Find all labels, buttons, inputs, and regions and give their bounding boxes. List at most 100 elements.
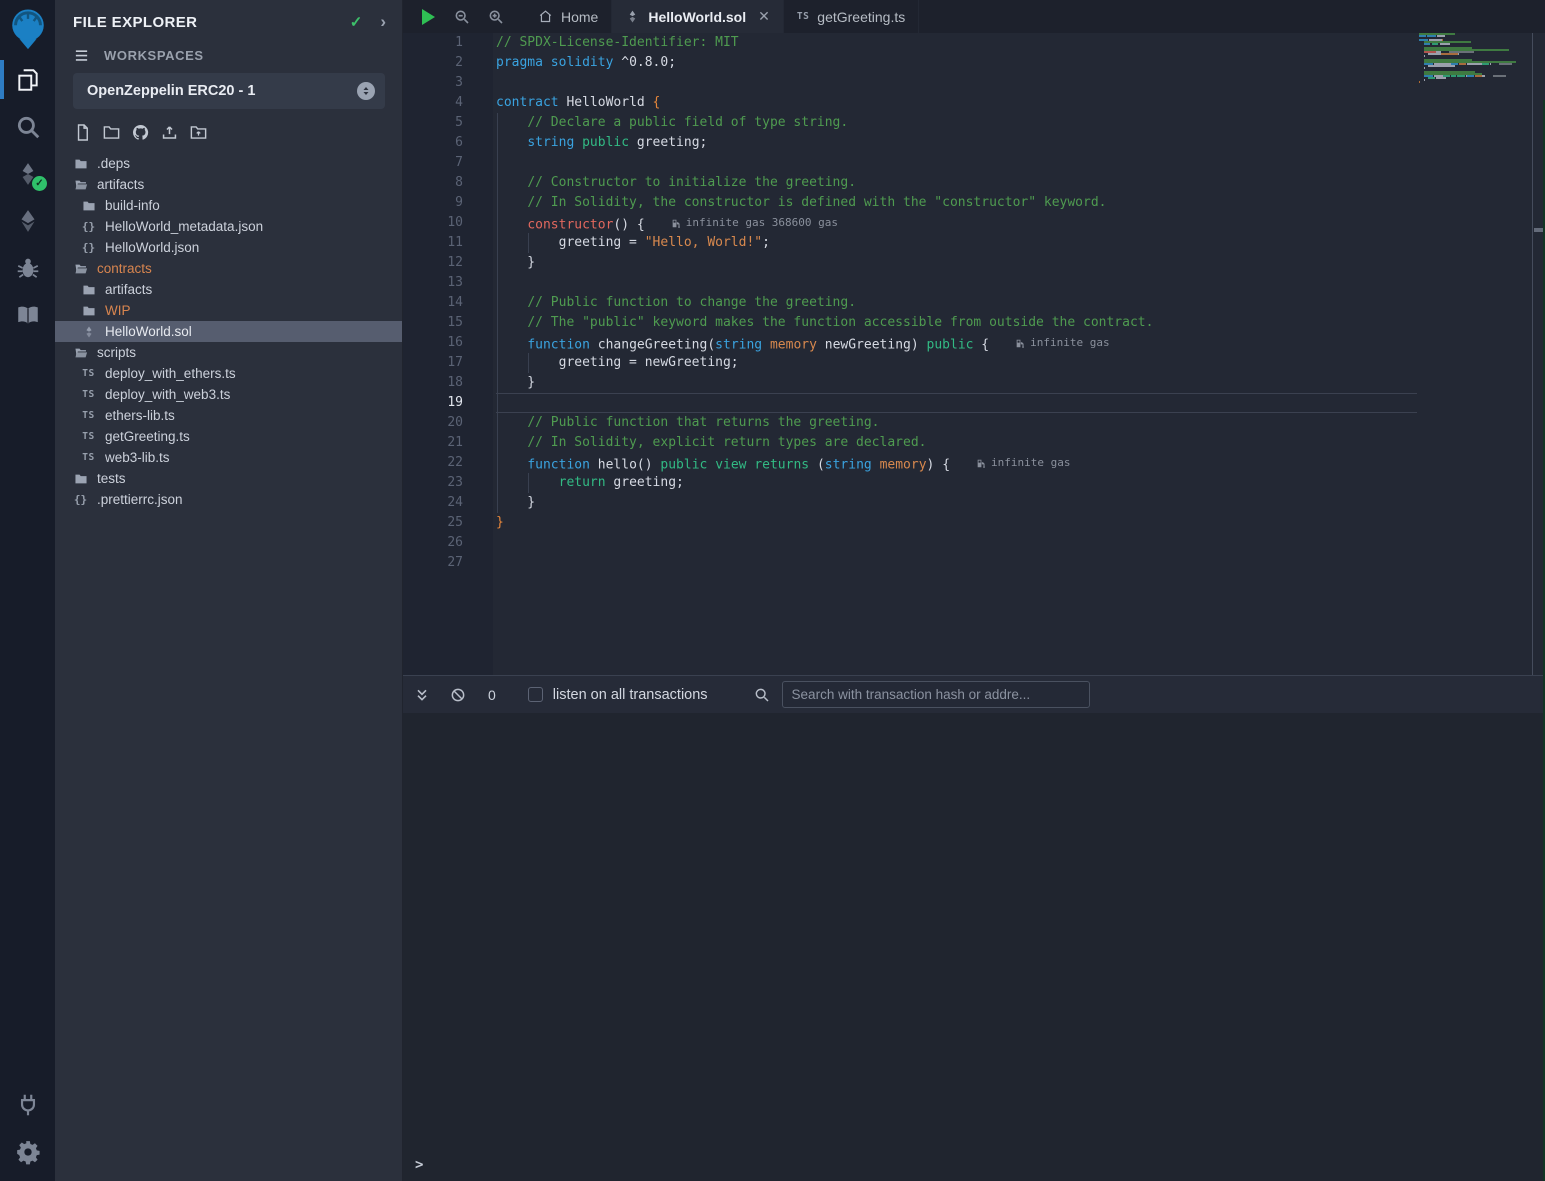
hamburger-icon[interactable] — [73, 48, 90, 63]
folder-open-icon — [73, 178, 88, 192]
listen-checkbox[interactable] — [528, 687, 543, 702]
transaction-count: 0 — [488, 687, 496, 703]
clear-console-button[interactable] — [450, 687, 466, 703]
transaction-search-input[interactable] — [782, 681, 1090, 708]
tree-item[interactable]: artifacts — [55, 279, 402, 300]
new-file-icon[interactable] — [73, 123, 92, 142]
zoom-out-icon — [454, 9, 470, 25]
file-tree: .depsartifactsbuild-info{}HelloWorld_met… — [55, 150, 402, 510]
close-icon[interactable]: ✕ — [758, 8, 770, 25]
terminal-prompt: > — [415, 1157, 423, 1173]
code-line: 12 } — [403, 253, 1545, 273]
upload-file-icon[interactable] — [160, 123, 179, 142]
tab-Home[interactable]: Home — [525, 0, 612, 33]
json-icon: {} — [81, 220, 96, 233]
workspaces-label: WORKSPACES — [104, 48, 204, 63]
search-button[interactable] — [0, 103, 55, 150]
code-line: 5 // Declare a public field of type stri… — [403, 113, 1545, 133]
tab-getGreeting.ts[interactable]: TSgetGreeting.ts — [784, 0, 919, 33]
tree-item[interactable]: TSgetGreeting.ts — [55, 426, 402, 447]
tab-HelloWorld.sol[interactable]: HelloWorld.sol✕ — [612, 0, 783, 33]
tree-item[interactable]: tests — [55, 468, 402, 489]
zoom-in-icon — [488, 9, 504, 25]
tree-item[interactable]: TSdeploy_with_web3.ts — [55, 384, 402, 405]
home-icon — [538, 9, 553, 24]
terminal-toolbar: 0 listen on all transactions — [403, 675, 1545, 713]
code-line: 4contract HelloWorld { — [403, 93, 1545, 113]
collapse-terminal-button[interactable] — [414, 687, 430, 703]
learneth-button[interactable] — [0, 291, 55, 338]
folder-icon — [73, 472, 88, 486]
workspace-select[interactable]: OpenZeppelin ERC20 - 1 — [73, 73, 385, 109]
tree-item[interactable]: WIP — [55, 300, 402, 321]
solidity-compiler-button[interactable]: ✓ — [0, 150, 55, 197]
tree-item[interactable]: HelloWorld.sol — [55, 321, 402, 342]
tree-item[interactable]: TSdeploy_with_ethers.ts — [55, 363, 402, 384]
code-line: 24 } — [403, 493, 1545, 513]
code-line: 7 — [403, 153, 1545, 173]
tree-item[interactable]: build-info — [55, 195, 402, 216]
json-icon: {} — [81, 241, 96, 254]
zoom-out-button[interactable] — [445, 0, 479, 33]
code-line: 13 — [403, 273, 1545, 293]
tree-item[interactable]: TSethers-lib.ts — [55, 405, 402, 426]
ban-icon — [450, 687, 466, 703]
code-line: 21 // In Solidity, explicit return types… — [403, 433, 1545, 453]
gas-estimate: infinite gas — [976, 453, 1070, 473]
remix-logo-button[interactable] — [0, 0, 55, 56]
code-line: 17 greeting = newGreeting; — [403, 353, 1545, 373]
plugin-manager-button[interactable] — [0, 1081, 55, 1128]
tree-item[interactable]: scripts — [55, 342, 402, 363]
tree-item[interactable]: contracts — [55, 258, 402, 279]
minimap[interactable] — [1419, 33, 1531, 87]
editor: HomeHelloWorld.sol✕TSgetGreeting.ts 1// … — [403, 0, 1545, 675]
tree-item[interactable]: {}.prettierrc.json — [55, 489, 402, 510]
code-line: 1// SPDX-License-Identifier: MIT — [403, 33, 1545, 53]
code-area[interactable]: 1// SPDX-License-Identifier: MIT2pragma … — [403, 33, 1545, 675]
code-line: 8 // Constructor to initialize the greet… — [403, 173, 1545, 193]
json-icon: {} — [73, 493, 88, 506]
tree-item[interactable]: {}HelloWorld_metadata.json — [55, 216, 402, 237]
code-line: 22 function hello() public view returns … — [403, 453, 1545, 473]
code-line: 2pragma solidity ^0.8.0; — [403, 53, 1545, 73]
typescript-icon: TS — [81, 368, 96, 379]
code-line: 25} — [403, 513, 1545, 533]
folder-icon — [73, 157, 88, 171]
code-line: 11 greeting = "Hello, World!"; — [403, 233, 1545, 253]
solidity-file — [625, 9, 640, 24]
tree-item[interactable]: TSweb3-lib.ts — [55, 447, 402, 468]
typescript-icon: TS — [81, 410, 96, 421]
tree-item[interactable]: {}HelloWorld.json — [55, 237, 402, 258]
typescript-icon: TS — [81, 431, 96, 442]
github-icon[interactable] — [131, 123, 150, 142]
folder-open-icon — [73, 262, 88, 276]
typescript-icon: TS — [797, 11, 809, 22]
folder-icon — [81, 283, 96, 297]
file-toolbar — [55, 109, 402, 150]
typescript-icon: TS — [81, 452, 96, 463]
code-line: 14 // Public function to change the gree… — [403, 293, 1545, 313]
chevron-right-icon[interactable]: › — [380, 12, 386, 32]
search-icon — [754, 687, 770, 703]
tabs: HomeHelloWorld.sol✕TSgetGreeting.ts — [513, 0, 919, 33]
sort-icon[interactable] — [357, 82, 375, 100]
code-line: 15 // The "public" keyword makes the fun… — [403, 313, 1545, 333]
new-folder-icon[interactable] — [102, 123, 121, 142]
panel-title: FILE EXPLORER — [73, 14, 350, 31]
run-script-button[interactable] — [411, 0, 445, 33]
main-area: HomeHelloWorld.sol✕TSgetGreeting.ts 1// … — [403, 0, 1545, 1181]
tree-item[interactable]: .deps — [55, 153, 402, 174]
terminal-output[interactable]: > — [403, 713, 1545, 1181]
gas-estimate: infinite gas 368600 gas — [671, 213, 838, 233]
code-line: 9 // In Solidity, the constructor is def… — [403, 193, 1545, 213]
code-line: 26 — [403, 533, 1545, 553]
zoom-in-button[interactable] — [479, 0, 513, 33]
settings-button[interactable] — [0, 1128, 55, 1175]
deploy-run-button[interactable] — [0, 197, 55, 244]
file-explorer-button[interactable] — [0, 56, 55, 103]
typescript-icon: TS — [81, 389, 96, 400]
debugger-button[interactable] — [0, 244, 55, 291]
editor-tabbar: HomeHelloWorld.sol✕TSgetGreeting.ts — [403, 0, 1545, 33]
tree-item[interactable]: artifacts — [55, 174, 402, 195]
upload-folder-icon[interactable] — [189, 123, 208, 142]
